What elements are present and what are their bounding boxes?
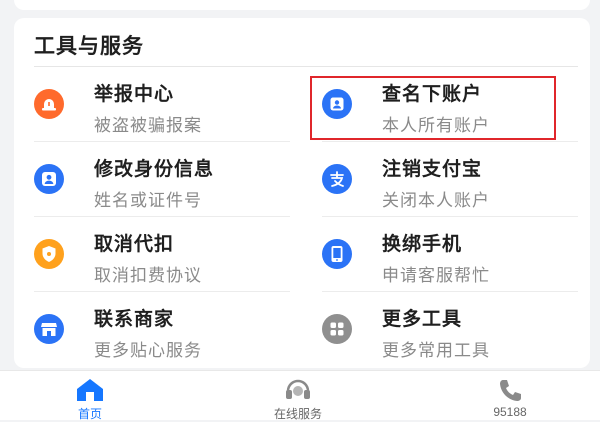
tool-title: 联系商家 [94, 309, 175, 330]
tool-item-cancel-withhold[interactable]: 取消代扣 取消扣费协议 [34, 217, 302, 292]
store-icon [34, 314, 64, 344]
tool-item-more-tools[interactable]: 更多工具 更多常用工具 [322, 292, 590, 367]
grid-icon [322, 314, 352, 344]
row-divider [34, 291, 290, 292]
row-divider [322, 291, 578, 292]
alipay-icon [322, 164, 352, 194]
headset-icon [283, 377, 313, 403]
tool-title: 举报中心 [94, 84, 175, 105]
phone-icon [322, 239, 352, 269]
shield-icon [34, 239, 64, 269]
tool-item-contact-merchant[interactable]: 联系商家 更多贴心服务 [34, 292, 302, 367]
tool-title: 取消代扣 [94, 234, 175, 255]
tool-title: 修改身份信息 [94, 159, 215, 180]
tool-subtitle: 更多贴心服务 [94, 341, 202, 360]
tab-label: 在线服务 [273, 407, 322, 421]
tools-services-card: 工具与服务 举报中心 被盗被骗报案 查名下账户 本人所有账户 修改身份信息 姓名… [14, 18, 590, 368]
tab-hotline[interactable]: 95188 [440, 371, 580, 421]
tab-home[interactable]: 首页 [20, 371, 160, 421]
tool-subtitle: 申请客服帮忙 [382, 266, 490, 285]
row-divider [322, 141, 578, 142]
tool-title: 换绑手机 [382, 234, 463, 255]
section-title: 工具与服务 [34, 35, 144, 58]
tool-subtitle: 姓名或证件号 [94, 191, 202, 210]
tool-item-report-center[interactable]: 举报中心 被盗被骗报案 [34, 67, 302, 142]
previous-card [14, 0, 590, 10]
tool-subtitle: 取消扣费协议 [94, 266, 202, 285]
tool-item-change-phone[interactable]: 换绑手机 申请客服帮忙 [322, 217, 590, 292]
tool-item-query-accounts[interactable]: 查名下账户 本人所有账户 [322, 67, 590, 142]
tools-grid: 举报中心 被盗被骗报案 查名下账户 本人所有账户 修改身份信息 姓名或证件号 注… [14, 67, 590, 368]
tool-subtitle: 关闭本人账户 [382, 191, 490, 210]
row-divider [322, 216, 578, 217]
phone-handset-icon [497, 377, 523, 403]
tool-item-edit-identity[interactable]: 修改身份信息 姓名或证件号 [34, 142, 302, 217]
tool-title: 查名下账户 [382, 84, 483, 105]
bottom-tab-bar: 首页 在线服务 95188 [0, 370, 600, 421]
row-divider [34, 141, 290, 142]
tool-subtitle: 更多常用工具 [382, 341, 490, 360]
tool-title: 更多工具 [382, 309, 463, 330]
tab-online-service[interactable]: 在线服务 [228, 371, 368, 421]
alarm-icon [34, 89, 64, 119]
tool-title: 注销支付宝 [382, 159, 483, 180]
user-icon [34, 164, 64, 194]
home-icon [73, 377, 107, 403]
tool-subtitle: 本人所有账户 [382, 116, 490, 135]
account-card-icon [322, 89, 352, 119]
tool-subtitle: 被盗被骗报案 [94, 116, 202, 135]
tool-item-close-alipay[interactable]: 注销支付宝 关闭本人账户 [322, 142, 590, 217]
tab-label: 95188 [493, 405, 527, 419]
row-divider [34, 216, 290, 217]
tab-label: 首页 [77, 407, 102, 421]
